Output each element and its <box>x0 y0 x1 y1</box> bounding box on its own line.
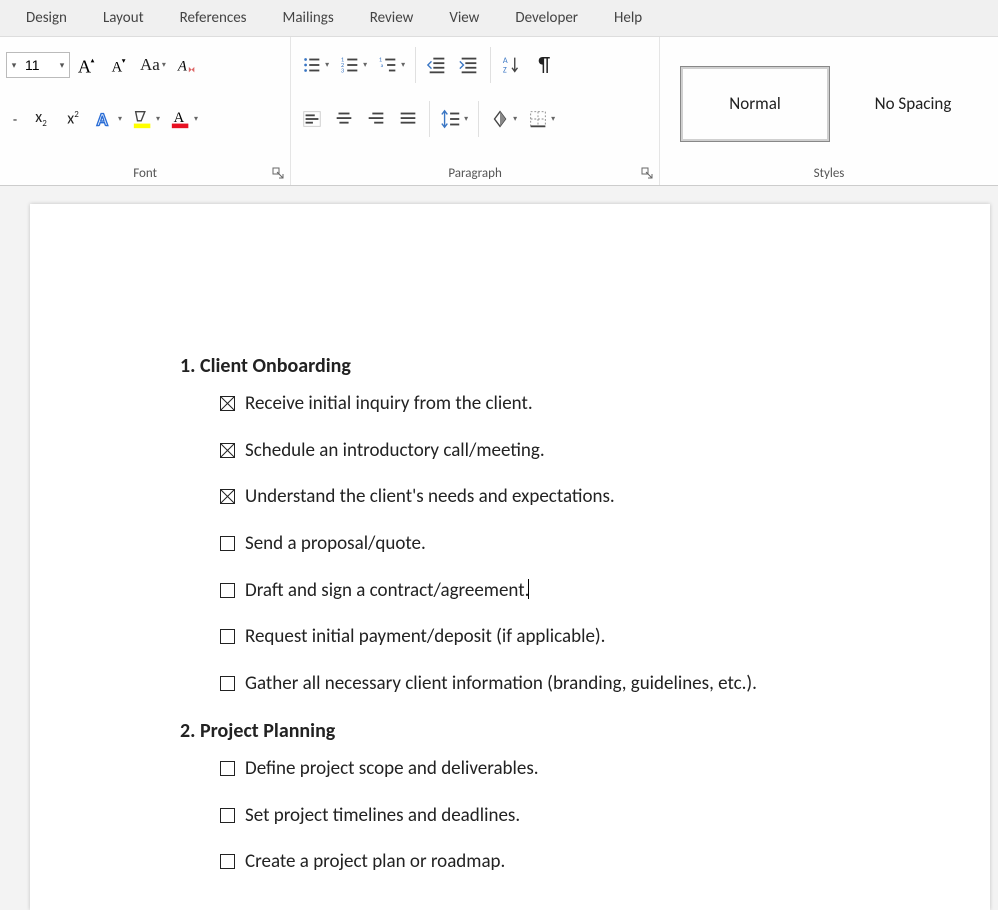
paragraph-dialog-launcher[interactable] <box>639 165 655 181</box>
checklist-text[interactable]: Draft and sign a contract/agreement. <box>245 579 529 604</box>
group-font: ▾ ▾ A▴ A▾ Aa▾ A - x2 x2 A▾ ▾ A▾ Font <box>0 37 291 185</box>
bullets-button[interactable]: ▾ <box>297 46 333 84</box>
document-page[interactable]: 1. Client Onboarding Receive initial inqu… <box>30 204 990 910</box>
change-case-button[interactable]: Aa▾ <box>136 46 170 84</box>
tab-help[interactable]: Help <box>596 3 660 33</box>
checklist-text[interactable]: Set project timelines and deadlines. <box>245 804 520 829</box>
style-normal[interactable]: Normal <box>680 66 830 142</box>
font-size-dropdown[interactable]: ▾ <box>55 60 69 71</box>
checkbox-icon[interactable] <box>220 396 235 411</box>
group-label-styles: Styles <box>666 166 992 183</box>
checklist-text[interactable]: Gather all necessary client information … <box>245 672 757 697</box>
checklist-item[interactable]: Define project scope and deliverables. <box>220 757 930 782</box>
checkbox-icon[interactable] <box>220 854 235 869</box>
svg-text:Z: Z <box>503 65 507 75</box>
checkbox-icon[interactable] <box>220 536 235 551</box>
checklist-item[interactable]: Draft and sign a contract/agreement. <box>220 579 930 604</box>
group-label-paragraph: Paragraph <box>297 166 653 183</box>
checklist-item[interactable]: Schedule an introductory call/meeting. <box>220 439 930 464</box>
group-paragraph: ▾ 123▾ 1a▾ AZ ¶ ▾ ▾ ▾ Pa <box>291 37 660 185</box>
tab-layout[interactable]: Layout <box>85 3 162 33</box>
svg-text:A: A <box>174 110 185 126</box>
font-dialog-launcher[interactable] <box>270 165 286 181</box>
borders-button[interactable]: ▾ <box>523 100 559 138</box>
checklist-item[interactable]: Create a project plan or roadmap. <box>220 850 930 875</box>
line-spacing-button[interactable]: ▾ <box>436 100 472 138</box>
multilevel-list-button[interactable]: 1a▾ <box>373 46 409 84</box>
ribbon: ▾ ▾ A▴ A▾ Aa▾ A - x2 x2 A▾ ▾ A▾ Font <box>0 36 998 186</box>
justify-button[interactable] <box>393 100 423 138</box>
shrink-font-button[interactable]: A▾ <box>104 46 134 84</box>
section-heading[interactable]: 1. Client Onboarding <box>180 354 930 378</box>
tab-mailings[interactable]: Mailings <box>265 3 352 33</box>
font-size-input[interactable] <box>21 55 55 75</box>
checklist-text[interactable]: Receive initial inquiry from the client. <box>245 392 533 417</box>
checklist-text[interactable]: Create a project plan or roadmap. <box>245 850 505 875</box>
svg-text:▴: ▴ <box>91 55 95 64</box>
tab-design[interactable]: Design <box>8 3 85 33</box>
sort-button[interactable]: AZ <box>497 46 527 84</box>
svg-text:A: A <box>78 56 92 76</box>
decrease-indent-button[interactable] <box>422 46 452 84</box>
checklist-text[interactable]: Send a proposal/quote. <box>245 532 426 557</box>
checklist-item[interactable]: Gather all necessary client information … <box>220 672 930 697</box>
text-cursor <box>528 579 529 599</box>
strikethrough-indicator[interactable]: - <box>6 100 24 138</box>
checkbox-icon[interactable] <box>220 443 235 458</box>
checklist-text[interactable]: Understand the client's needs and expect… <box>245 485 615 510</box>
group-styles: Normal No Spacing Styles <box>660 37 998 185</box>
section-heading[interactable]: 2. Project Planning <box>180 719 930 743</box>
svg-text:▾: ▾ <box>122 56 126 65</box>
shading-button[interactable]: ▾ <box>485 100 521 138</box>
checklist-text[interactable]: Schedule an introductory call/meeting. <box>245 439 545 464</box>
tab-review[interactable]: Review <box>352 3 432 33</box>
checkbox-icon[interactable] <box>220 808 235 823</box>
group-label-font: Font <box>6 166 284 183</box>
document-canvas: 1. Client Onboarding Receive initial inqu… <box>0 186 998 910</box>
font-color-button[interactable]: A▾ <box>166 100 202 138</box>
checklist-text[interactable]: Request initial payment/deposit (if appl… <box>245 625 605 650</box>
subscript-button[interactable]: x2 <box>26 100 56 138</box>
checkbox-icon[interactable] <box>220 761 235 776</box>
checklist-item[interactable]: Request initial payment/deposit (if appl… <box>220 625 930 650</box>
tab-references[interactable]: References <box>162 3 265 33</box>
checkbox-icon[interactable] <box>220 583 235 598</box>
ribbon-tabs: Design Layout References Mailings Review… <box>0 0 998 36</box>
checkbox-icon[interactable] <box>220 489 235 504</box>
align-right-button[interactable] <box>361 100 391 138</box>
tab-view[interactable]: View <box>431 3 497 33</box>
svg-text:A: A <box>177 59 187 75</box>
grow-font-button[interactable]: A▴ <box>72 46 102 84</box>
clear-formatting-button[interactable]: A <box>172 46 202 84</box>
checkbox-icon[interactable] <box>220 629 235 644</box>
checklist-item[interactable]: Receive initial inquiry from the client. <box>220 392 930 417</box>
checklist-text[interactable]: Define project scope and deliverables. <box>245 757 539 782</box>
svg-text:3: 3 <box>341 66 344 74</box>
highlight-button[interactable]: ▾ <box>128 100 164 138</box>
align-left-button[interactable] <box>297 100 327 138</box>
checklist-item[interactable]: Set project timelines and deadlines. <box>220 804 930 829</box>
checkbox-icon[interactable] <box>220 676 235 691</box>
checklist-item[interactable]: Send a proposal/quote. <box>220 532 930 557</box>
text-effects-button[interactable]: A▾ <box>90 100 126 138</box>
style-no-spacing[interactable]: No Spacing <box>838 66 988 142</box>
checklist-item[interactable]: Understand the client's needs and expect… <box>220 485 930 510</box>
svg-text:A: A <box>97 108 109 130</box>
show-paragraph-marks-button[interactable]: ¶ <box>529 46 559 84</box>
svg-text:a: a <box>381 63 384 69</box>
tab-developer[interactable]: Developer <box>497 3 596 33</box>
font-dropdown-left[interactable]: ▾ <box>7 60 21 71</box>
font-size-control: ▾ ▾ <box>6 52 70 78</box>
numbering-button[interactable]: 123▾ <box>335 46 371 84</box>
superscript-button[interactable]: x2 <box>58 100 88 138</box>
increase-indent-button[interactable] <box>454 46 484 84</box>
align-center-button[interactable] <box>329 100 359 138</box>
